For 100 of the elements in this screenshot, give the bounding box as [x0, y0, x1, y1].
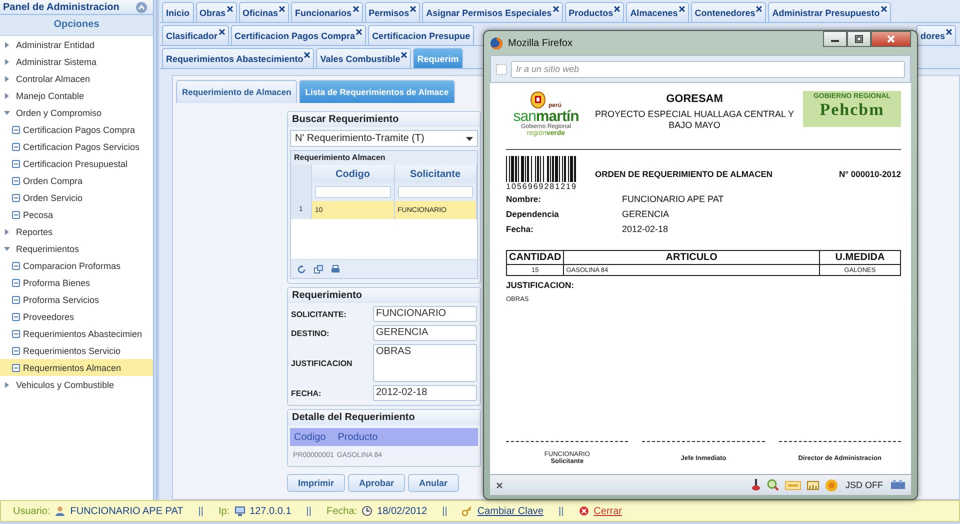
- collapse-icon[interactable]: [136, 2, 147, 12]
- tab[interactable]: Funcionarios: [291, 2, 363, 22]
- menu-item[interactable]: Requerimientos Servicio: [0, 342, 153, 359]
- logout-link[interactable]: Cerrar: [594, 506, 622, 516]
- tab[interactable]: Certificacion Presupue: [368, 25, 474, 45]
- refresh-icon[interactable]: [297, 264, 306, 274]
- menu-item[interactable]: Orden y Compromiso: [0, 104, 153, 121]
- minimize-button[interactable]: [823, 31, 847, 47]
- close-icon[interactable]: [756, 6, 762, 12]
- tab[interactable]: Obras: [196, 2, 237, 22]
- tab[interactable]: Clasificador: [162, 25, 229, 45]
- tab[interactable]: Administrar Presupuesto: [768, 2, 891, 22]
- close-icon[interactable]: [496, 482, 503, 488]
- menu-item[interactable]: Orden Compra: [0, 172, 153, 189]
- close-icon[interactable]: [356, 29, 362, 35]
- close-icon[interactable]: [880, 6, 887, 12]
- expand-arrow-icon[interactable]: [3, 40, 11, 48]
- close-icon[interactable]: [678, 6, 685, 12]
- address-field[interactable]: Ir a un sitio web: [511, 60, 905, 78]
- menu-item[interactable]: Certificacion Presupuestal: [0, 155, 153, 172]
- separator-text: ||: [558, 506, 564, 516]
- maximize-button[interactable]: [847, 31, 871, 47]
- menu-item[interactable]: Comparacion Proformas: [0, 257, 153, 274]
- close-icon[interactable]: [304, 52, 310, 58]
- menu-item[interactable]: Proveedores: [0, 308, 153, 325]
- action-button[interactable]: Anular: [408, 474, 459, 492]
- input-field[interactable]: FUNCIONARIO: [373, 306, 477, 322]
- menu-item[interactable]: Requerimientos Abastecimien: [0, 325, 153, 342]
- column-header[interactable]: Producto: [338, 432, 378, 442]
- menu-item[interactable]: Requerimientos: [0, 240, 153, 257]
- menu-item[interactable]: Pecosa: [0, 206, 153, 223]
- input-field[interactable]: GERENCIA: [373, 325, 477, 341]
- menu-item[interactable]: Certificacion Pagos Servicios: [0, 138, 153, 155]
- expand-arrow-icon[interactable]: [3, 228, 11, 236]
- network-icon[interactable]: [891, 480, 905, 490]
- tab[interactable]: Certificacion Pagos Compra: [230, 25, 366, 45]
- menu-item[interactable]: Administrar Entidad: [0, 36, 153, 53]
- close-button[interactable]: [871, 31, 911, 47]
- close-icon[interactable]: [401, 52, 408, 58]
- tab[interactable]: Permisos: [364, 2, 420, 22]
- info-value: GERENCIA: [622, 208, 670, 218]
- menu-item[interactable]: Requermientos Almacen: [0, 359, 153, 376]
- info-value: 2012-02-18: [622, 224, 668, 234]
- menu-item[interactable]: Orden Servicio: [0, 189, 153, 206]
- close-icon[interactable]: [352, 6, 359, 12]
- joystick-icon[interactable]: [750, 479, 760, 491]
- printer-icon[interactable]: [331, 264, 340, 274]
- close-icon[interactable]: [410, 6, 416, 12]
- menu-item[interactable]: Proforma Servicios: [0, 291, 153, 308]
- windows-icon[interactable]: [314, 264, 323, 274]
- menu-item[interactable]: Controlar Almacen: [0, 70, 153, 87]
- page-icon: [12, 364, 20, 372]
- menu-item[interactable]: Manejo Contable: [0, 87, 153, 104]
- page-icon: [12, 296, 20, 304]
- tab[interactable]: Vales Combustible: [316, 48, 412, 68]
- field-label: JUSTIFICACION: [291, 358, 354, 368]
- expand-arrow-icon[interactable]: [3, 92, 11, 100]
- magnifier-icon[interactable]: [766, 479, 778, 491]
- collapse-arrow-icon[interactable]: [3, 244, 11, 252]
- addon-status[interactable]: JSD OFF: [846, 480, 883, 490]
- tab[interactable]: Oficinas: [238, 2, 290, 22]
- close-icon[interactable]: [226, 6, 233, 12]
- expand-arrow-icon[interactable]: [3, 58, 11, 66]
- tab[interactable]: Contenedores: [690, 2, 766, 22]
- tab[interactable]: Almacenes: [626, 2, 689, 22]
- action-button[interactable]: Aprobar: [348, 474, 406, 492]
- menu-item[interactable]: Vehiculos y Combustible: [0, 376, 153, 393]
- menu-item[interactable]: Administrar Sistema: [0, 53, 153, 70]
- input-field[interactable]: 2012-02-18: [373, 385, 477, 401]
- expand-arrow-icon[interactable]: [3, 380, 11, 388]
- tab[interactable]: Productos: [564, 2, 624, 22]
- filter-field[interactable]: [398, 186, 473, 198]
- page-icon: [12, 176, 20, 184]
- expand-arrow-icon[interactable]: [3, 74, 11, 82]
- close-icon[interactable]: [946, 29, 952, 35]
- close-circle-icon[interactable]: [578, 506, 589, 516]
- search-type-dropdown[interactable]: N' Requerimiento-Tramite (T): [290, 130, 478, 147]
- tab[interactable]: dores: [916, 25, 956, 45]
- close-icon[interactable]: [218, 29, 225, 35]
- row-number-header: [291, 165, 312, 183]
- tab[interactable]: Inicio: [162, 2, 194, 22]
- key-icon[interactable]: [462, 506, 472, 516]
- tab[interactable]: Asignar Permisos Especiales: [422, 2, 563, 22]
- tab[interactable]: Requerimientos Abastecimiento: [162, 48, 314, 68]
- filter-field[interactable]: [315, 186, 390, 198]
- action-button[interactable]: Imprimir: [287, 474, 346, 492]
- text-area[interactable]: OBRAS: [373, 344, 477, 382]
- close-icon[interactable]: [552, 6, 559, 12]
- change-password-link[interactable]: Cambiar Clave: [477, 506, 544, 516]
- page-icon: [12, 346, 20, 354]
- badge-icon[interactable]: [824, 478, 838, 492]
- ruler-icon[interactable]: [806, 480, 818, 490]
- menu-item[interactable]: Certificacion Pagos Compra: [0, 121, 153, 138]
- menu-item[interactable]: Proforma Bienes: [0, 274, 153, 291]
- collapse-arrow-icon[interactable]: [3, 108, 11, 116]
- tab[interactable]: Requerimiento de Almacen: [176, 80, 298, 103]
- close-icon[interactable]: [279, 6, 286, 12]
- column-header[interactable]: Codigo: [294, 432, 326, 442]
- close-icon[interactable]: [614, 6, 620, 12]
- menu-item[interactable]: Reportes: [0, 223, 153, 240]
